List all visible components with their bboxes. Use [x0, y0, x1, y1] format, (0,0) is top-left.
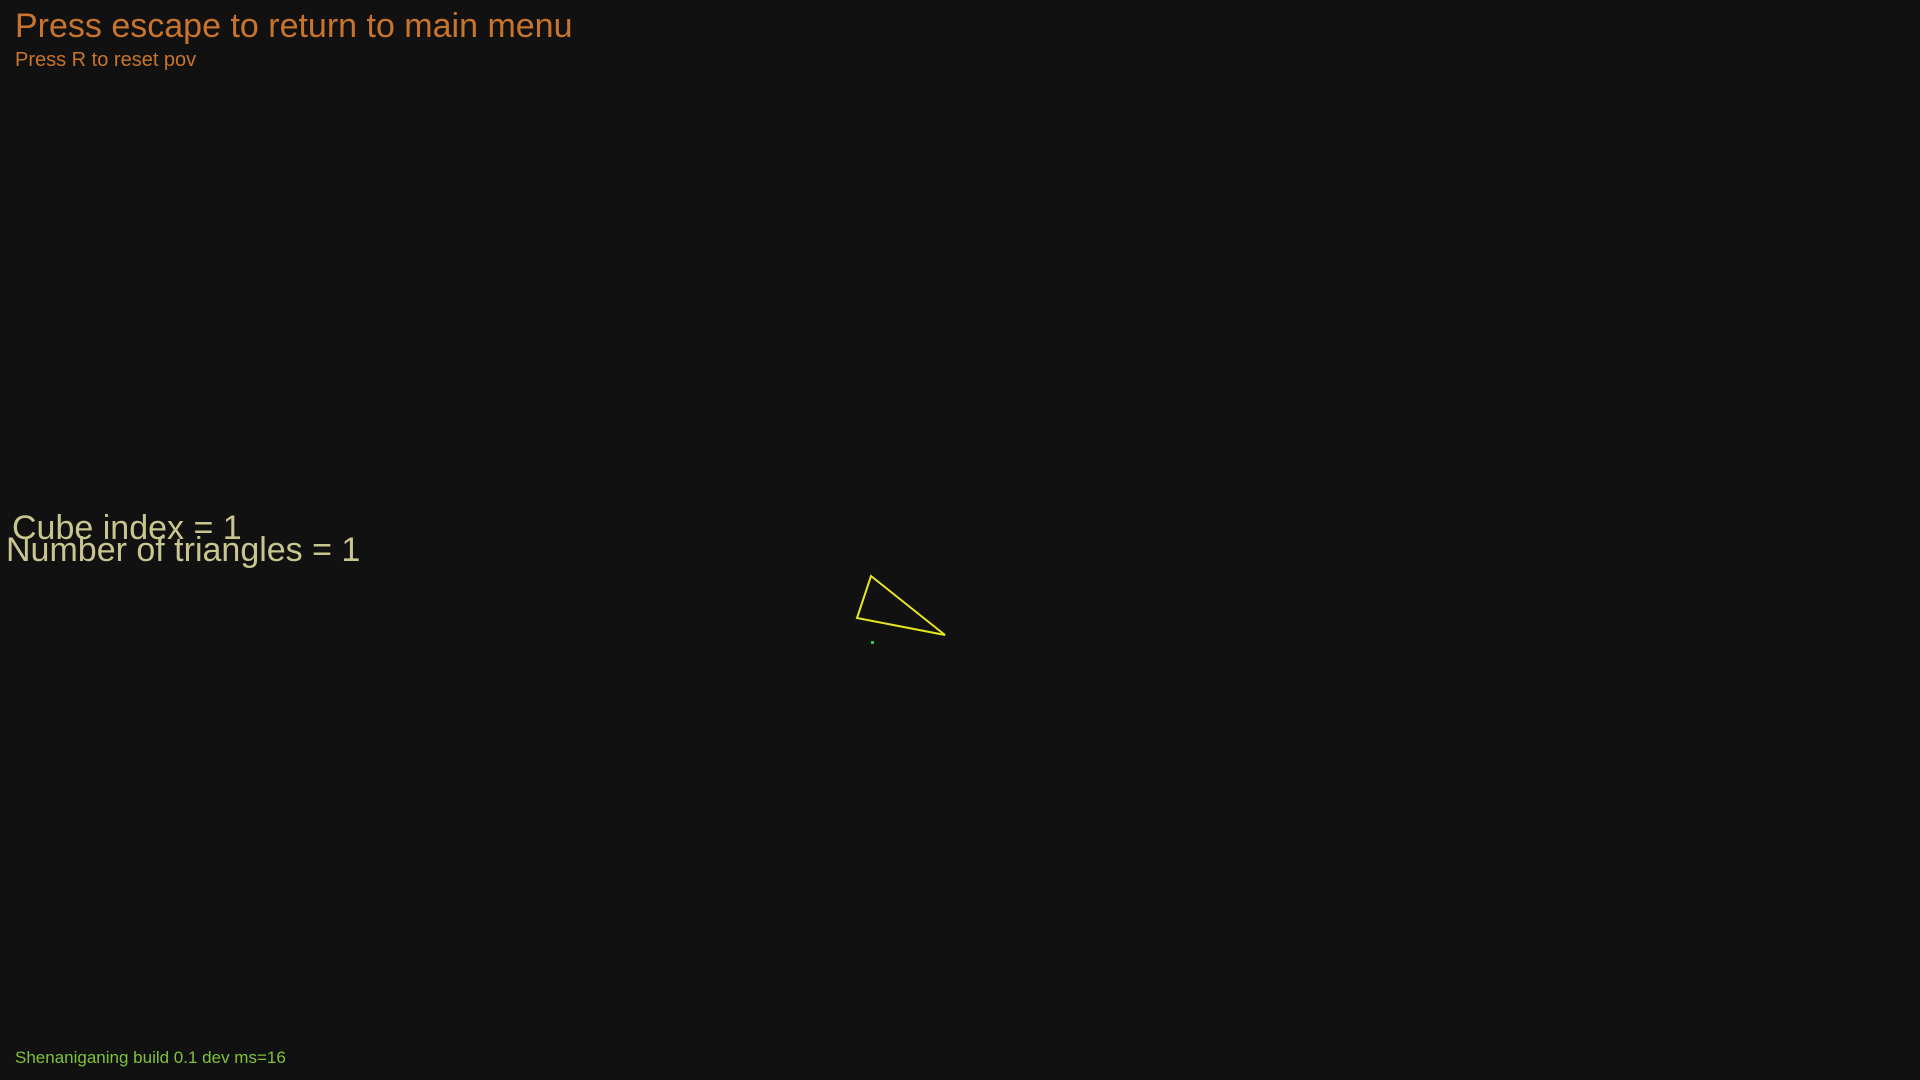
triangle-count-readout: Number of triangles = 1 — [6, 531, 361, 569]
wireframe-triangle — [855, 574, 946, 636]
build-info-label: Shenaniganing build 0.1 dev ms=16 — [15, 1048, 286, 1067]
reset-pov-hint: Press R to reset pov — [15, 49, 197, 71]
return-to-menu-hint: Press escape to return to main menu — [15, 7, 573, 45]
origin-marker — [871, 641, 874, 644]
game-viewport[interactable]: Press escape to return to main menu Pres… — [0, 0, 1920, 1080]
